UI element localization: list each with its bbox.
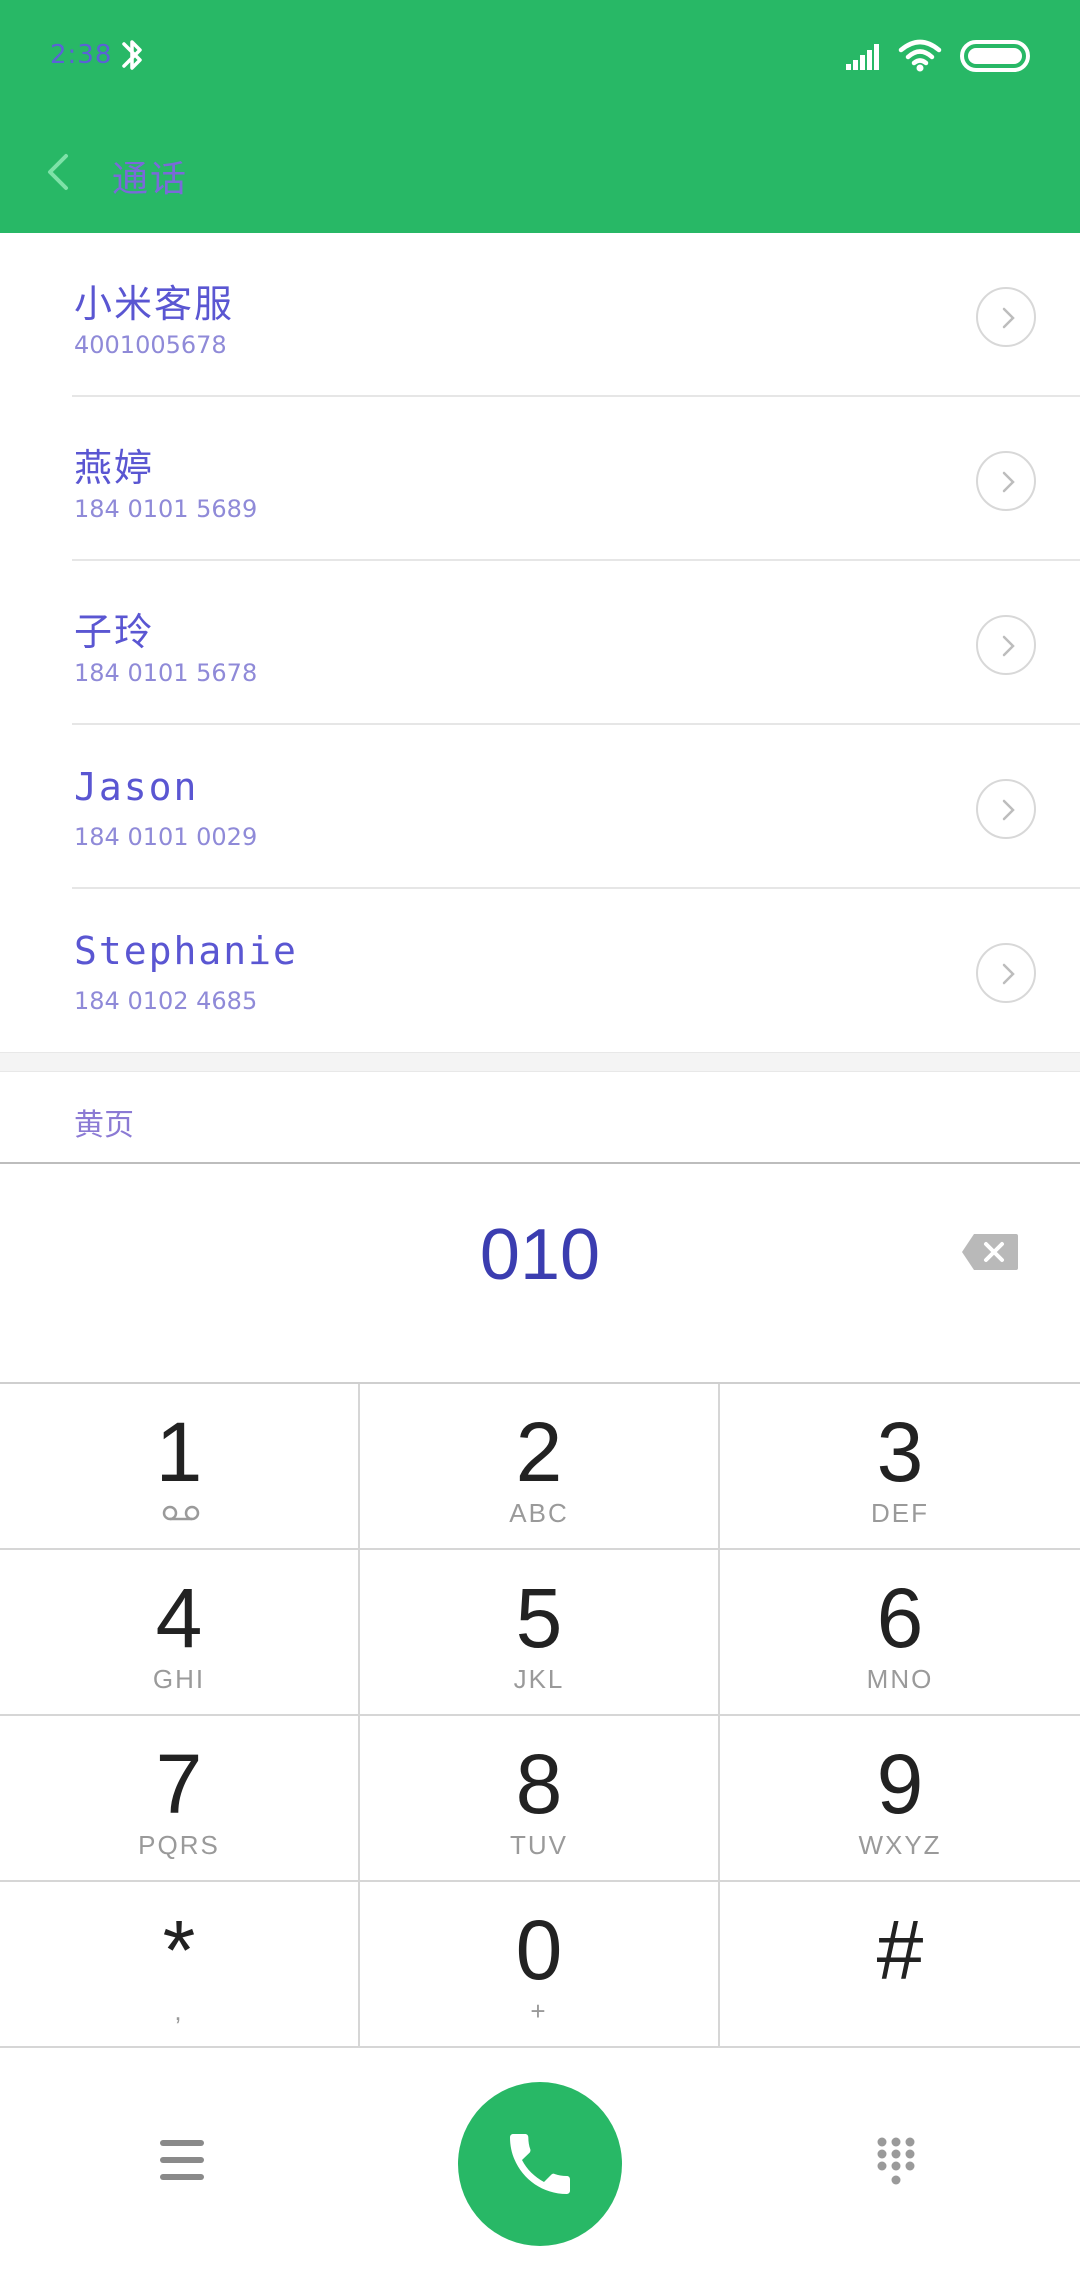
contact-detail-button[interactable] <box>976 779 1036 839</box>
contact-row[interactable]: Jason 184 0101 0029 <box>0 725 1080 889</box>
back-button[interactable] <box>40 148 76 196</box>
contact-name: Jason <box>74 765 199 809</box>
key-letters: GHI <box>152 1664 206 1694</box>
key-letters: WXYZ <box>858 1830 942 1860</box>
key-letters: JKL <box>513 1664 565 1694</box>
bottom-bar <box>0 2048 1080 2280</box>
wifi-icon <box>898 39 942 72</box>
key-8[interactable]: 8 TUV <box>360 1716 720 1882</box>
app-header: 2:38 通话 <box>0 0 1080 233</box>
key-letters: PQRS <box>138 1830 220 1860</box>
key-letters: + <box>530 1996 548 2026</box>
key-digit: 5 <box>515 1571 563 1665</box>
dialed-number: 010 <box>479 1215 601 1295</box>
key-hash[interactable]: # <box>720 1882 1080 2048</box>
battery-icon <box>960 40 1030 72</box>
key-star[interactable]: * , <box>0 1882 360 2048</box>
bluetooth-icon <box>122 40 142 70</box>
key-digit: 7 <box>155 1737 203 1831</box>
chevron-right-icon <box>1002 635 1015 657</box>
voicemail-icon <box>162 1505 200 1521</box>
contact-number: 184 0101 5689 <box>74 495 258 523</box>
contact-number: 184 0101 5678 <box>74 659 258 687</box>
backspace-button[interactable] <box>960 1232 1020 1272</box>
contact-name: 子玲 <box>74 610 155 654</box>
menu-icon-bar <box>160 2157 204 2163</box>
contact-name: 小米客服 <box>74 282 235 326</box>
contact-detail-button[interactable] <box>976 615 1036 675</box>
menu-button[interactable] <box>160 2138 204 2182</box>
key-digit: 1 <box>155 1405 203 1499</box>
contact-number: 184 0101 0029 <box>74 823 258 851</box>
key-digit: 9 <box>876 1737 924 1831</box>
chevron-right-icon <box>1002 307 1015 329</box>
contact-number: 184 0102 4685 <box>74 987 258 1015</box>
key-9[interactable]: 9 WXYZ <box>720 1716 1080 1882</box>
contact-detail-button[interactable] <box>976 943 1036 1003</box>
contact-detail-button[interactable] <box>976 287 1036 347</box>
key-letters: TUV <box>510 1830 568 1860</box>
key-digit: * <box>162 1903 196 1997</box>
menu-icon-bar <box>160 2174 204 2180</box>
key-digit: 8 <box>515 1737 563 1831</box>
signal-icon <box>846 44 879 70</box>
key-7[interactable]: 7 PQRS <box>0 1716 360 1882</box>
key-digit: # <box>876 1903 924 1997</box>
section-separator <box>0 1052 1080 1072</box>
contact-name: Stephanie <box>74 929 298 973</box>
page-title: 通话 <box>112 159 189 200</box>
dial-keypad: 1 2 ABC 3 DEF 4 GHI 5 JKL 6 MNO 7 PQRS 8… <box>0 1382 1080 2048</box>
key-4[interactable]: 4 GHI <box>0 1550 360 1716</box>
key-6[interactable]: 6 MNO <box>720 1550 1080 1716</box>
contact-row[interactable]: Stephanie 184 0102 4685 <box>0 889 1080 1053</box>
key-3[interactable]: 3 DEF <box>720 1384 1080 1550</box>
key-letters: MNO <box>866 1664 934 1694</box>
contact-row[interactable]: 燕婷 184 0101 5689 <box>0 397 1080 561</box>
contact-name: 燕婷 <box>74 446 155 490</box>
dial-input-area: 010 <box>0 1164 1080 1384</box>
chevron-right-icon <box>1002 471 1015 493</box>
contact-number: 4001005678 <box>74 331 227 359</box>
key-5[interactable]: 5 JKL <box>360 1550 720 1716</box>
yellow-pages-link[interactable]: 黄页 <box>74 1100 134 1144</box>
key-digit: 0 <box>515 1903 563 1997</box>
chevron-right-icon <box>1002 963 1015 985</box>
status-time: 2:38 <box>50 40 113 70</box>
phone-icon <box>510 2134 570 2194</box>
key-1[interactable]: 1 <box>0 1384 360 1550</box>
key-letters: DEF <box>871 1498 929 1528</box>
key-digit: 2 <box>515 1405 563 1499</box>
key-0[interactable]: 0 + <box>360 1882 720 2048</box>
contact-detail-button[interactable] <box>976 451 1036 511</box>
call-button[interactable] <box>458 2082 622 2246</box>
key-digit: 3 <box>876 1405 924 1499</box>
chevron-right-icon <box>1002 799 1015 821</box>
key-2[interactable]: 2 ABC <box>360 1384 720 1550</box>
menu-icon-bar <box>160 2140 204 2146</box>
key-digit: 4 <box>155 1571 203 1665</box>
dialpad-toggle-button[interactable] <box>874 2136 918 2190</box>
contact-row[interactable]: 子玲 184 0101 5678 <box>0 561 1080 725</box>
key-digit: 6 <box>876 1571 924 1665</box>
contact-row[interactable]: 小米客服 4001005678 <box>0 233 1080 397</box>
key-letters: ABC <box>509 1498 569 1528</box>
key-letters: , <box>174 1996 184 2026</box>
